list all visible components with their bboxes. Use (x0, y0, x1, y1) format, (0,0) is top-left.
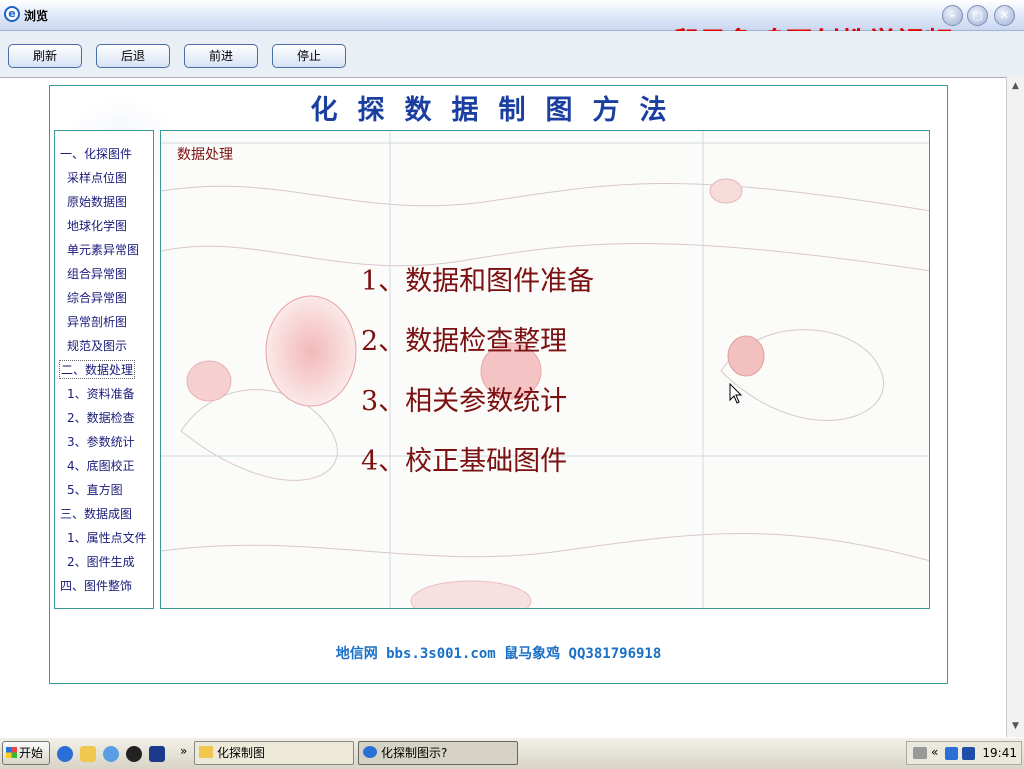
ie-shortcut-icon[interactable] (103, 746, 119, 762)
start-button[interactable]: 开始 (2, 741, 50, 765)
nav-item-standards[interactable]: 规范及图示 (67, 337, 127, 354)
sidebar-nav: 一、化探图件 采样点位图 原始数据图 地球化学图 单元素异常图 组合异常图 综合… (54, 130, 154, 609)
list-item: 4、校正基础图件 (361, 446, 568, 477)
nav-item-anomaly-profile[interactable]: 异常剖析图 (67, 313, 127, 330)
list-item: 1、数据和图件准备 (361, 266, 595, 297)
browser-icon (363, 746, 377, 758)
clock: 19:41 (982, 746, 1017, 760)
list-item: 3、相关参数统计 (361, 386, 568, 417)
nav-item-data-check[interactable]: 2、数据检查 (67, 409, 135, 426)
contour-map-background (161, 131, 929, 608)
nav-item-data-processing[interactable]: 二、数据处理 (59, 360, 136, 379)
nav-item-histogram[interactable]: 5、直方图 (67, 481, 123, 498)
update-icon[interactable] (962, 747, 975, 760)
ie-quicklaunch-icon[interactable] (57, 746, 73, 762)
forward-button[interactable]: 前进 (184, 44, 258, 68)
toolbar: 刷新 后退 前进 停止 (0, 31, 1024, 77)
qq-quicklaunch-icon[interactable] (126, 746, 142, 762)
nav-item-data-mapping[interactable]: 三、数据成图 (60, 505, 132, 522)
refresh-button[interactable]: 刷新 (8, 44, 82, 68)
nav-item-geochem-maps[interactable]: 一、化探图件 (60, 145, 132, 162)
quicklaunch-overflow-icon[interactable]: » (180, 744, 187, 758)
taskbar: 开始 » 化探制图 化探制图示? « 19:41 (0, 737, 1024, 769)
nav-item-data-prep[interactable]: 1、资料准备 (67, 385, 135, 402)
start-label: 开始 (19, 746, 44, 760)
content-panel: 数据处理 1、数据和图件准备 2、数据检查整理 3、相关参数统计 4、校正基础图… (160, 130, 930, 609)
close-button[interactable]: ✕ (994, 5, 1015, 26)
section-heading: 数据处理 (177, 147, 233, 163)
nav-item-map-generate[interactable]: 2、图件生成 (67, 553, 135, 570)
task-label: 化探制图示? (381, 746, 448, 760)
nav-item-raw-data[interactable]: 原始数据图 (67, 193, 127, 210)
folder-icon (199, 746, 213, 758)
scroll-down-icon[interactable]: ▼ (1008, 719, 1023, 734)
vertical-scrollbar[interactable]: ▲ ▼ (1006, 77, 1024, 737)
nav-item-combined-anomaly[interactable]: 组合异常图 (67, 265, 127, 282)
keyboard-icon[interactable] (913, 747, 927, 759)
mouse-cursor-icon (729, 383, 743, 404)
nav-item-attribute-file[interactable]: 1、属性点文件 (67, 529, 147, 546)
nav-item-integrated-anomaly[interactable]: 综合异常图 (67, 289, 127, 306)
task-label: 化探制图 (217, 746, 266, 760)
task-button-folder[interactable]: 化探制图 (194, 741, 354, 765)
window-title: 浏览 (24, 9, 49, 23)
browser-app-icon: e (4, 6, 20, 22)
windows-logo-icon (6, 747, 17, 758)
task-button-browser[interactable]: 化探制图示? (358, 741, 518, 765)
nav-item-map-finishing[interactable]: 四、图件整饰 (60, 577, 132, 594)
list-item: 2、数据检查整理 (361, 326, 568, 357)
restore-button[interactable]: ▢ (967, 5, 988, 26)
scroll-up-icon[interactable]: ▲ (1008, 79, 1023, 94)
tray-expand-icon[interactable]: « (931, 745, 938, 759)
back-button[interactable]: 后退 (96, 44, 170, 68)
security-icon[interactable] (945, 747, 958, 760)
page-footer: 地信网 bbs.3s001.com 鼠马象鸡 QQ381796918 (335, 646, 662, 662)
photoshop-quicklaunch-icon[interactable] (149, 746, 165, 762)
stop-button[interactable]: 停止 (272, 44, 346, 68)
nav-item-geochem-map[interactable]: 地球化学图 (67, 217, 127, 234)
system-tray: « 19:41 (906, 741, 1022, 765)
folder-quicklaunch-icon[interactable] (80, 746, 96, 762)
page-title: 化探数据制图方法 (310, 95, 687, 126)
nav-item-param-stats[interactable]: 3、参数统计 (67, 433, 135, 450)
nav-item-single-element[interactable]: 单元素异常图 (67, 241, 139, 258)
nav-item-basemap-correct[interactable]: 4、底图校正 (67, 457, 135, 474)
nav-item-sample-points[interactable]: 采样点位图 (67, 169, 127, 186)
